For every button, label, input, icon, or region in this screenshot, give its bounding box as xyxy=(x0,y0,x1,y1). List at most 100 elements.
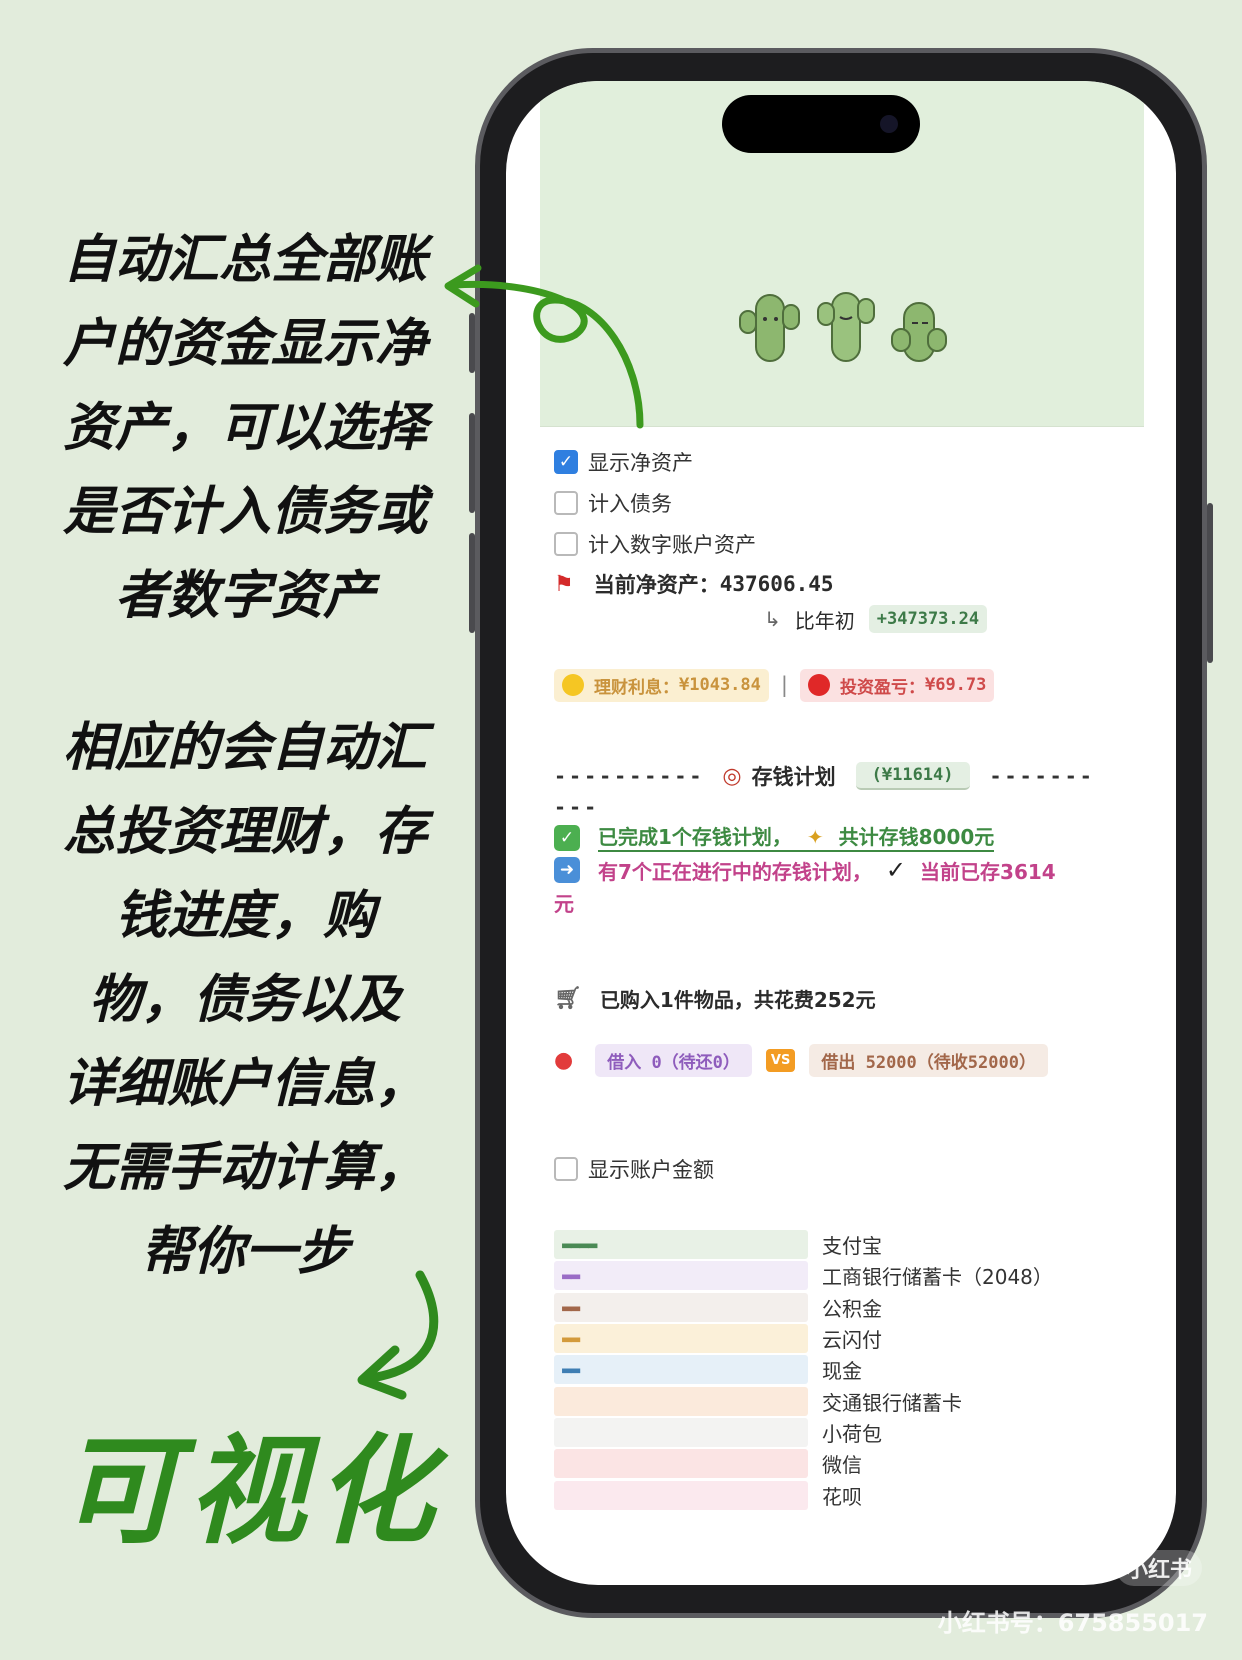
account-name: 现金 xyxy=(822,1359,862,1384)
purchase-text: 已购入1件物品，共花费252元 xyxy=(599,987,876,1012)
account-name: 云闪付 xyxy=(822,1328,882,1353)
checkbox-checked-icon[interactable]: ✓ xyxy=(554,449,578,474)
cactus-illustration xyxy=(736,289,956,365)
checkbox-label: 计入债务 xyxy=(588,491,672,516)
account-name: 小荷包 xyxy=(822,1421,882,1446)
watermark-logo: 小红书 xyxy=(1115,1550,1202,1586)
account-bar: ▬▬ xyxy=(554,1355,808,1385)
volume-down-button xyxy=(469,533,475,633)
account-row[interactable]: ▬▬ 公积金 xyxy=(554,1292,1144,1323)
vs-icon: VS xyxy=(765,1048,796,1072)
toggle-include-debt[interactable]: 计入债务 xyxy=(554,482,1144,523)
annotation-line: 者数字资产 xyxy=(114,565,375,626)
power-button xyxy=(1207,503,1213,663)
heavy-check-icon: ✓ xyxy=(885,856,907,884)
account-name: 公积金 xyxy=(822,1296,882,1321)
account-row[interactable]: ▬▬▬▬ 支付宝 xyxy=(554,1229,1144,1260)
account-bar: ▬▬ xyxy=(554,1261,808,1291)
page-content: ✓ 显示净资产 计入债务 计入数字账户资产 ⚑ 当前净资产： 437606.45 xyxy=(540,427,1144,1511)
dynamic-island xyxy=(722,95,920,153)
annotation-line: 是否计入债务或 xyxy=(62,481,427,542)
completed-count-text: 已完成1个存钱计划， xyxy=(598,825,792,849)
annotation-line: 户的资金显示净 xyxy=(62,313,427,374)
annotation-line: 帮你一步 xyxy=(140,1221,349,1282)
compare-label: 比年初 xyxy=(794,608,855,633)
phone-screen: ✓ 显示净资产 计入债务 计入数字账户资产 ⚑ 当前净资产： 437606.45 xyxy=(506,81,1176,1585)
annotation-line: 无需手动计算， xyxy=(62,1137,427,1198)
account-bar: ▬▬▬▬ xyxy=(554,1230,808,1260)
net-worth-row: ⚑ 当前净资产： 437606.45 xyxy=(554,566,1144,602)
volume-up-button xyxy=(469,413,475,513)
account-row[interactable]: ▬▬ 现金 xyxy=(554,1354,1144,1385)
pin-icon: ● xyxy=(554,1047,574,1073)
completed-sum-text: 共计存钱8000元 xyxy=(838,825,995,849)
account-bar xyxy=(554,1417,808,1447)
account-bar: ▬▬ xyxy=(554,1292,808,1322)
account-name: 支付宝 xyxy=(822,1234,882,1259)
toggle-include-digital[interactable]: 计入数字账户资产 xyxy=(554,523,1144,564)
toggle-show-net-assets[interactable]: ✓ 显示净资产 xyxy=(554,441,1144,482)
lend-out-badge: 借出 52000（待收52000） xyxy=(809,1043,1048,1077)
debt-row: ● 借入 0（待还0） VS 借出 52000（待收52000） xyxy=(554,1040,1144,1080)
ongoing-count-text: 有7个正在进行中的存钱计划， xyxy=(598,859,872,884)
watermark-id: 小红书号：675855017 xyxy=(937,1609,1208,1637)
annotation-line: 相应的会自动汇 xyxy=(62,717,427,778)
dash-separator: ---------- xyxy=(554,764,705,788)
account-bar xyxy=(554,1480,808,1510)
checkbox-label: 显示账户金额 xyxy=(588,1157,714,1182)
annotation-line: 资产，可以选择 xyxy=(62,397,427,458)
savings-total-badge: (¥11614) xyxy=(855,762,970,790)
account-row[interactable]: 微信 xyxy=(554,1448,1144,1479)
annotation-line: 钱进度，购 xyxy=(114,885,375,946)
annotation-line: 总投资理财，存 xyxy=(62,801,427,862)
account-row[interactable]: ▬▬ 工商银行储蓄卡（2048） xyxy=(554,1260,1144,1291)
visualization-title: 可视化 xyxy=(60,1421,445,1560)
toggle-show-account-amount[interactable]: 显示账户金额 xyxy=(554,1148,1144,1189)
ongoing-current-text: 当前已存3614 xyxy=(920,859,1056,884)
account-name: 交通银行储蓄卡 xyxy=(822,1390,962,1415)
account-row[interactable]: 交通银行储蓄卡 xyxy=(554,1385,1144,1416)
account-row[interactable]: 小荷包 xyxy=(554,1417,1144,1448)
net-worth-value: 437606.45 xyxy=(719,572,834,596)
account-bar: ▬▬ xyxy=(554,1324,808,1354)
net-worth-label: 当前净资产： xyxy=(593,573,720,597)
annotation-line: 自动汇总全部账 xyxy=(62,229,427,290)
investment-badge: 投资盈亏： ¥69.73 xyxy=(799,668,995,702)
cactus-icon xyxy=(739,294,800,362)
checkbox-icon[interactable] xyxy=(554,490,578,515)
checkbox-icon[interactable] xyxy=(554,1156,578,1181)
checkbox-label: 计入数字账户资产 xyxy=(588,532,756,557)
ongoing-unit-text: 元 xyxy=(554,891,574,916)
account-name: 微信 xyxy=(822,1453,862,1478)
return-arrow-icon: ↳ xyxy=(764,607,781,631)
compare-value-badge: +347373.24 xyxy=(868,605,988,633)
notion-page: ✓ 显示净资产 计入债务 计入数字账户资产 ⚑ 当前净资产： 437606.45 xyxy=(540,81,1144,1511)
account-row[interactable]: ▬▬ 云闪付 xyxy=(554,1323,1144,1354)
interest-value: ¥1043.84 xyxy=(679,675,761,695)
dash-continuation: --- xyxy=(554,792,1144,822)
down-arrow-head-icon xyxy=(357,1345,407,1400)
savings-plan-header: ---------- ◎ 存钱计划 (¥11614) ------- xyxy=(554,760,1144,792)
ongoing-unit-row: 元 xyxy=(554,886,1144,918)
action-button xyxy=(469,313,475,373)
shopping-cart-icon: 🛒︎ xyxy=(554,985,582,1011)
completed-plans-row: ✓ 已完成1个存钱计划， ✦ 共计存钱8000元 xyxy=(554,822,1144,854)
interest-badge: 理财利息： ¥1043.84 xyxy=(554,668,769,702)
account-name: 花呗 xyxy=(822,1484,862,1509)
savings-title: 存钱计划 xyxy=(751,765,836,789)
account-name: 工商银行储蓄卡（2048） xyxy=(822,1265,1053,1290)
cactus-icon xyxy=(891,302,947,362)
phone-frame: ✓ 显示净资产 计入债务 计入数字账户资产 ⚑ 当前净资产： 437606.45 xyxy=(469,48,1213,1618)
account-row[interactable]: 花呗 xyxy=(554,1479,1144,1510)
cactus-icon xyxy=(817,292,875,362)
flag-icon: ⚑ xyxy=(554,571,574,597)
checkbox-icon[interactable] xyxy=(554,531,578,556)
red-circle-icon xyxy=(807,674,830,696)
dash-separator: ------- xyxy=(989,764,1095,788)
target-icon: ◎ xyxy=(722,763,742,789)
party-popper-icon: ✦ xyxy=(806,825,824,849)
borrow-in-badge: 借入 0（待还0） xyxy=(595,1043,752,1077)
annotation-bottom: 相应的会自动汇 总投资理财，存 钱进度，购 物，债务以及 详细账户信息， 无需手… xyxy=(30,706,460,1294)
finance-row: 理财利息： ¥1043.84 | 投资盈亏： ¥69.73 xyxy=(554,668,1144,702)
divider: | xyxy=(780,673,788,697)
